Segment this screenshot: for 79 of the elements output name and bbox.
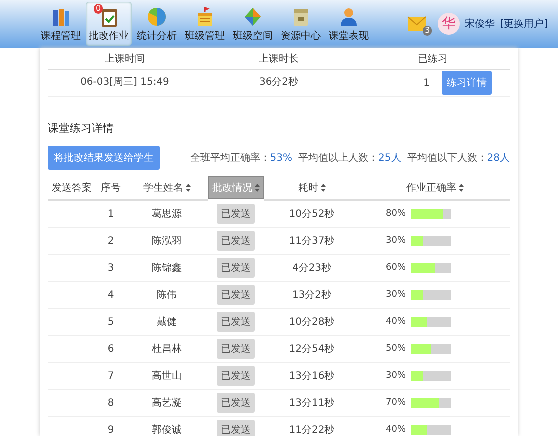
nav-item[interactable]: 班级空间 xyxy=(230,2,276,46)
nav-item[interactable]: 资源中心 xyxy=(278,2,324,46)
status-tag: 已发送 xyxy=(217,393,255,413)
table-cell: 06-03[周三] 15:49 xyxy=(48,70,202,97)
stat-text: 平均值以下人数：28人 xyxy=(407,152,510,165)
row-number: 8 xyxy=(108,398,114,408)
nav-item[interactable]: 班级管理 xyxy=(182,2,228,46)
elapsed-time: 4分23秒 xyxy=(292,262,332,275)
elapsed-time: 10分28秒 xyxy=(289,316,335,329)
accuracy-percent: 40% xyxy=(386,425,408,435)
student-name: 高世山 xyxy=(152,370,182,383)
nav-item[interactable]: 课堂表现 xyxy=(326,2,372,46)
accuracy-percent: 30% xyxy=(386,236,408,246)
status-tag: 已发送 xyxy=(217,258,255,278)
student-name: 陈泓羽 xyxy=(152,235,182,248)
student-name: 戴健 xyxy=(157,316,177,329)
elapsed-time: 10分52秒 xyxy=(289,208,335,221)
accuracy-percent: 40% xyxy=(386,317,408,327)
row-number: 5 xyxy=(108,316,114,328)
row-number: 2 xyxy=(108,236,114,246)
column-header: 已练习 xyxy=(356,51,510,70)
elapsed-time: 13分16秒 xyxy=(289,370,335,383)
elapsed-time: 13分11秒 xyxy=(289,396,335,410)
student-name: 高艺凝 xyxy=(152,396,182,410)
elapsed-time: 12分54秒 xyxy=(289,342,335,356)
row-number: 6 xyxy=(108,344,114,354)
status-tag: 已发送 xyxy=(217,204,255,224)
section-title: 课堂练习详情 xyxy=(48,121,115,136)
nav-item[interactable]: 0 批改作业 xyxy=(86,2,132,46)
practice-count: 1 xyxy=(424,78,430,88)
count-badge: 3 xyxy=(423,26,432,36)
column-header: 序号 xyxy=(96,176,126,201)
envelope-icon[interactable] xyxy=(407,16,428,32)
diamond-icon xyxy=(242,6,264,28)
nav-item[interactable]: 统计分析 xyxy=(134,2,180,46)
row-number: 1 xyxy=(108,208,114,220)
student-name: 葛思源 xyxy=(152,208,182,221)
status-tag: 已发送 xyxy=(217,420,255,436)
student-name: 陈伟 xyxy=(157,289,177,302)
nav-item[interactable]: 课程管理 xyxy=(38,2,84,46)
elapsed-time: 11分22秒 xyxy=(289,424,335,436)
stat-text: 平均值以上人数：25人 xyxy=(298,152,402,165)
status-tag: 已发送 xyxy=(217,339,255,359)
stat-text: 全班平均正确率：53% xyxy=(190,152,293,165)
student-name: 杜昌林 xyxy=(152,342,182,356)
row-number: 7 xyxy=(108,370,114,382)
accuracy-percent: 30% xyxy=(386,371,408,381)
accuracy-percent: 60% xyxy=(386,263,408,273)
elapsed-time: 11分37秒 xyxy=(289,234,335,248)
column-header: 上课时间 xyxy=(48,51,202,70)
row-number: 3 xyxy=(108,262,114,274)
accuracy-percent: 30% xyxy=(386,290,408,300)
column-header: 发送答案 xyxy=(48,176,96,201)
sort-icon xyxy=(186,184,190,192)
elapsed-time: 13分2秒 xyxy=(292,288,332,302)
pie-chart-icon xyxy=(146,6,168,28)
column-header[interactable]: 作业正确率 xyxy=(360,176,510,201)
accuracy-percent: 80% xyxy=(386,209,408,219)
student-name: 郭俊诚 xyxy=(152,424,182,436)
column-header[interactable]: 耗时 xyxy=(264,176,360,201)
accuracy-percent: 50% xyxy=(386,344,408,354)
count-badge: 0 xyxy=(94,4,104,14)
sort-icon xyxy=(458,184,464,192)
status-tag: 已发送 xyxy=(217,285,255,305)
switch-user-link[interactable]: [更换用户] xyxy=(500,17,548,31)
status-tag: 已发送 xyxy=(217,312,255,332)
row-number: 9 xyxy=(108,424,114,436)
avatar: 华 xyxy=(438,13,460,35)
accuracy-percent: 70% xyxy=(386,398,408,408)
row-number: 4 xyxy=(108,290,114,300)
sort-icon xyxy=(254,184,260,192)
user-name: 宋俊华 xyxy=(465,18,496,31)
person-icon xyxy=(338,6,360,28)
table-cell: 36分2秒 xyxy=(202,70,356,97)
status-tag: 已发送 xyxy=(217,366,255,386)
column-header: 上课时长 xyxy=(202,51,356,70)
status-tag: 已发送 xyxy=(217,231,255,251)
sort-icon xyxy=(320,184,326,192)
student-name: 陈锦鑫 xyxy=(152,262,182,275)
